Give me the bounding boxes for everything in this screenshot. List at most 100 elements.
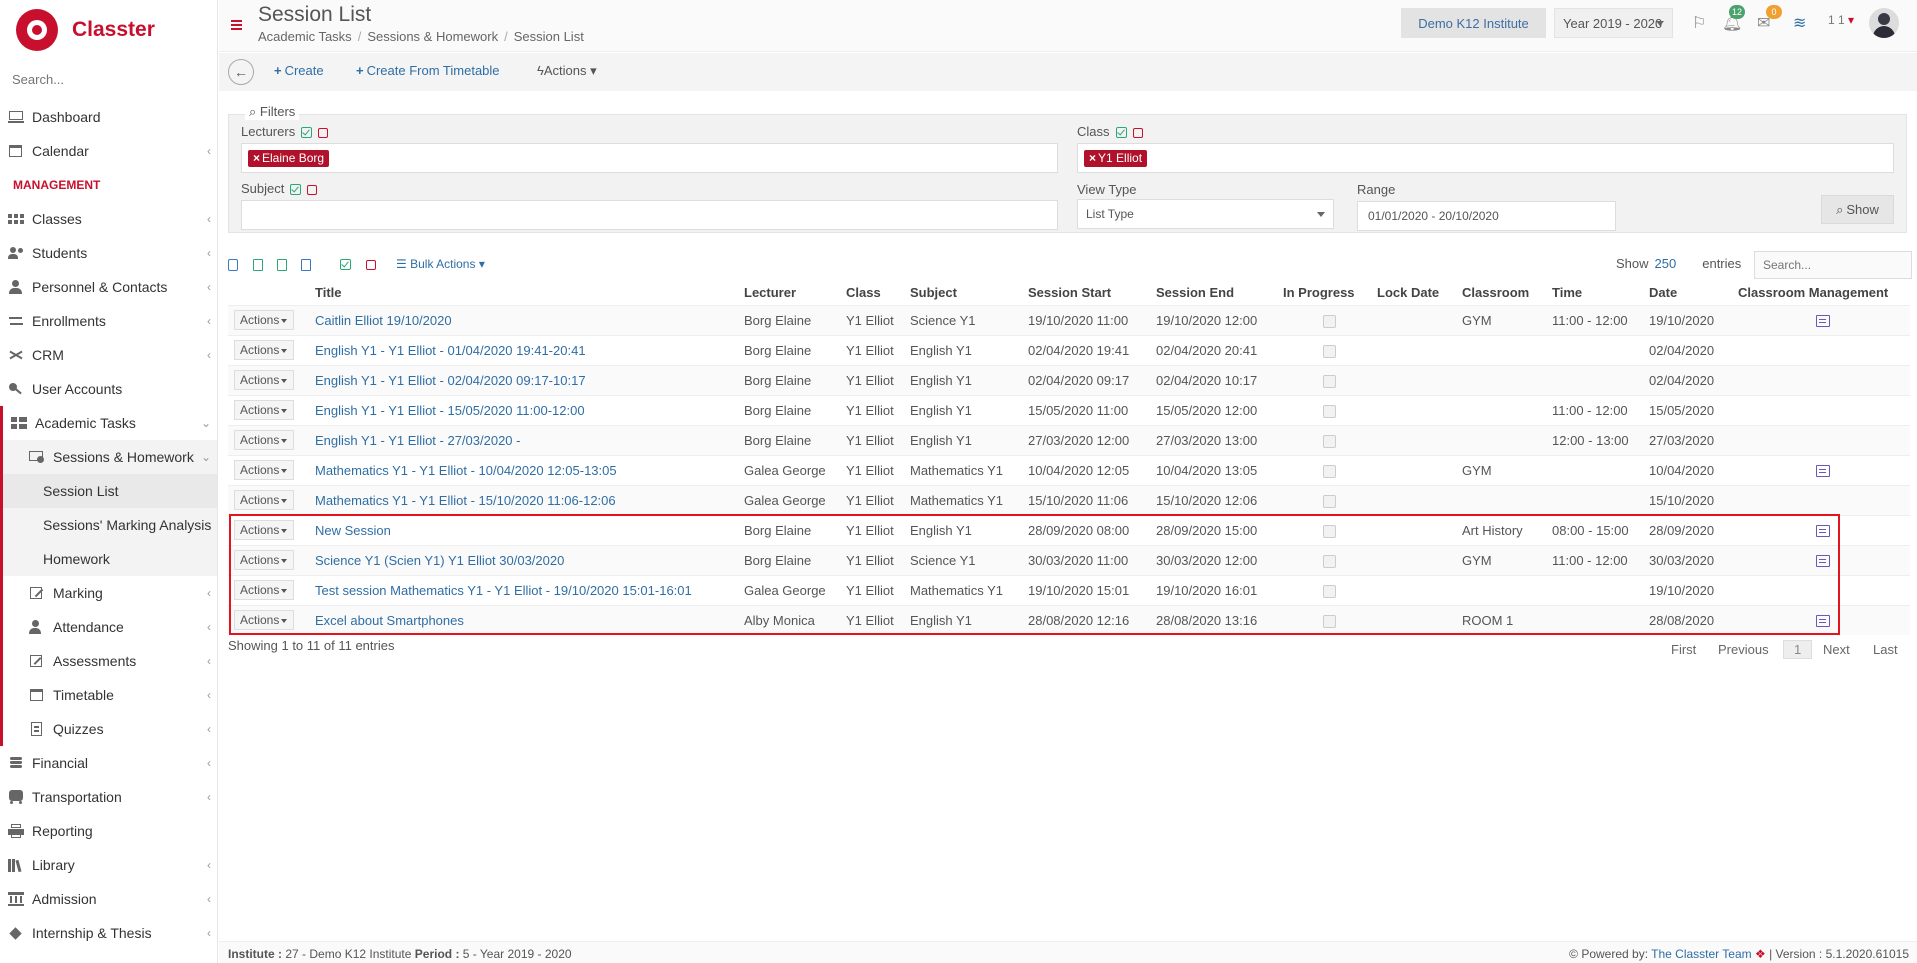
row-actions-button[interactable]: Actions (234, 370, 294, 390)
select-all-icon[interactable] (301, 127, 313, 139)
subject-field[interactable] (241, 200, 1058, 230)
column-header[interactable]: Session End (1150, 281, 1277, 305)
range-input[interactable]: 01/01/2020 - 20/10/2020 (1357, 201, 1616, 231)
select-all-icon[interactable] (1115, 127, 1127, 139)
in-progress-checkbox[interactable] (1323, 584, 1336, 598)
column-header[interactable]: Class (840, 281, 904, 305)
session-title-link[interactable]: English Y1 - Y1 Elliot - 02/04/2020 09:1… (315, 373, 586, 388)
in-progress-checkbox[interactable] (1323, 554, 1336, 568)
print-icon[interactable] (228, 259, 238, 271)
sidebar-item-assessments[interactable]: Assessments ‹ (3, 644, 217, 678)
table-row[interactable]: Actions Test session Mathematics Y1 - Y1 … (228, 574, 1910, 605)
table-row[interactable]: Actions English Y1 - Y1 Elliot - 01/04/20… (228, 334, 1910, 365)
pagination-previous[interactable]: Previous (1718, 642, 1769, 657)
column-header[interactable]: Subject (904, 281, 1022, 305)
column-header[interactable]: Classroom Management (1732, 281, 1910, 305)
row-actions-button[interactable]: Actions (234, 580, 294, 600)
sidebar-item-library[interactable]: Library ‹ (0, 848, 217, 882)
view-type-select[interactable]: List Type (1077, 199, 1334, 229)
sidebar-item-user-accounts[interactable]: User Accounts (0, 372, 217, 406)
in-progress-checkbox[interactable] (1323, 434, 1336, 448)
table-row[interactable]: Actions Science Y1 (Scien Y1) Y1 Elliot 3… (228, 544, 1910, 575)
app-logo[interactable]: Classter (0, 0, 217, 60)
select-all-icon[interactable] (290, 184, 302, 196)
column-header[interactable]: Time (1546, 281, 1643, 305)
classroom-management-icon[interactable] (1816, 615, 1830, 628)
table-row[interactable]: Actions English Y1 - Y1 Elliot - 27/03/20… (228, 424, 1910, 455)
classter-team-link[interactable]: The Classter Team (1651, 947, 1751, 961)
column-header[interactable]: Date (1643, 281, 1732, 305)
pagination-next[interactable]: Next (1823, 642, 1850, 657)
lecturer-tag[interactable]: × Elaine Borg (248, 150, 330, 167)
session-title-link[interactable]: English Y1 - Y1 Elliot - 01/04/2020 19:4… (315, 343, 586, 358)
user-count[interactable]: 1 1 ▾ (1828, 13, 1854, 27)
sidebar-item-marking[interactable]: Marking ‹ (3, 576, 217, 610)
avatar[interactable] (1869, 8, 1899, 38)
in-progress-checkbox[interactable] (1323, 494, 1336, 508)
sidebar-item-students[interactable]: Students ‹ (0, 236, 217, 270)
column-header[interactable]: Classroom (1456, 281, 1546, 305)
csv-icon[interactable] (277, 259, 287, 271)
clear-all-icon[interactable] (318, 127, 329, 138)
row-actions-button[interactable]: Actions (234, 310, 294, 330)
deselect-all-icon[interactable] (366, 260, 376, 270)
pagination-first[interactable]: First (1671, 642, 1696, 657)
sidebar-item-personnel[interactable]: Personnel & Contacts ‹ (0, 270, 217, 304)
sidebar-item-internship[interactable]: Internship & Thesis ‹ (0, 916, 217, 950)
session-title-link[interactable]: New Session (315, 523, 391, 538)
session-title-link[interactable]: Caitlin Elliot 19/10/2020 (315, 313, 452, 328)
breadcrumb-item[interactable]: Sessions & Homework (367, 29, 498, 44)
row-actions-button[interactable]: Actions (234, 400, 294, 420)
session-title-link[interactable]: Excel about Smartphones (315, 613, 464, 628)
table-row[interactable]: Actions Mathematics Y1 - Y1 Elliot - 15/1… (228, 484, 1910, 515)
sidebar-item-calendar[interactable]: Calendar ‹ (0, 134, 217, 168)
sidebar-item-homework[interactable]: Homework (3, 542, 217, 576)
sidebar-item-classes[interactable]: Classes ‹ (0, 202, 217, 236)
copy-icon[interactable] (301, 259, 311, 271)
sidebar-item-quizzes[interactable]: Quizzes ‹ (3, 712, 217, 746)
session-title-link[interactable]: English Y1 - Y1 Elliot - 27/03/2020 - (315, 433, 520, 448)
clear-all-icon[interactable] (1132, 127, 1143, 138)
class-field[interactable]: × Y1 Elliot (1077, 143, 1894, 173)
show-button[interactable]: ⌕ Show (1821, 195, 1894, 224)
in-progress-checkbox[interactable] (1323, 374, 1336, 388)
classroom-management-icon[interactable] (1816, 465, 1830, 478)
classroom-management-icon[interactable] (1816, 315, 1830, 328)
sidebar-item-timetable[interactable]: Timetable ‹ (3, 678, 217, 712)
session-title-link[interactable]: English Y1 - Y1 Elliot - 15/05/2020 11:0… (315, 403, 585, 418)
clear-all-icon[interactable] (307, 184, 318, 195)
row-actions-button[interactable]: Actions (234, 520, 294, 540)
back-button[interactable]: ← (228, 59, 254, 85)
sidebar-item-admission[interactable]: Admission ‹ (0, 882, 217, 916)
select-all-icon[interactable] (340, 259, 351, 270)
classroom-management-icon[interactable] (1816, 555, 1830, 568)
sidebar-item-academic-tasks[interactable]: Academic Tasks ⌄ (3, 406, 217, 440)
in-progress-checkbox[interactable] (1323, 314, 1336, 328)
in-progress-checkbox[interactable] (1323, 464, 1336, 478)
sidebar-item-sessions-homework[interactable]: Sessions & Homework ⌄ (3, 440, 217, 474)
menu-toggle-icon[interactable] (231, 20, 242, 30)
actions-dropdown[interactable]: ϟActions ▾ (537, 63, 597, 79)
excel-icon[interactable] (253, 259, 263, 271)
sidebar-item-dashboard[interactable]: Dashboard (0, 100, 217, 134)
table-row[interactable]: Actions New Session Borg Elaine Y1 Elliot En… (228, 514, 1910, 545)
bulk-actions-dropdown[interactable]: ☰ Bulk Actions ▾ (396, 257, 485, 271)
year-select[interactable]: Year 2019 - 2020 (1554, 8, 1673, 38)
sidebar-item-crm[interactable]: CRM ‹ (0, 338, 217, 372)
session-title-link[interactable]: Science Y1 (Scien Y1) Y1 Elliot 30/03/20… (315, 553, 564, 568)
create-from-timetable-button[interactable]: + Create From Timetable (356, 63, 500, 78)
create-button[interactable]: + Create (274, 63, 324, 78)
table-row[interactable]: Actions English Y1 - Y1 Elliot - 02/04/20… (228, 364, 1910, 395)
in-progress-checkbox[interactable] (1323, 404, 1336, 418)
sidebar-item-transportation[interactable]: Transportation ‹ (0, 780, 217, 814)
session-title-link[interactable]: Mathematics Y1 - Y1 Elliot - 10/04/2020 … (315, 463, 617, 478)
remove-tag-icon[interactable]: × (253, 151, 260, 165)
table-row[interactable]: Actions English Y1 - Y1 Elliot - 15/05/20… (228, 394, 1910, 425)
column-header[interactable]: Lecturer (738, 281, 840, 305)
column-header[interactable]: In Progress (1277, 281, 1371, 305)
institute-button[interactable]: Demo K12 Institute (1401, 8, 1546, 38)
in-progress-checkbox[interactable] (1323, 614, 1336, 628)
row-actions-button[interactable]: Actions (234, 610, 294, 631)
sidebar-search-input[interactable] (12, 68, 212, 90)
classroom-management-icon[interactable] (1816, 525, 1830, 538)
